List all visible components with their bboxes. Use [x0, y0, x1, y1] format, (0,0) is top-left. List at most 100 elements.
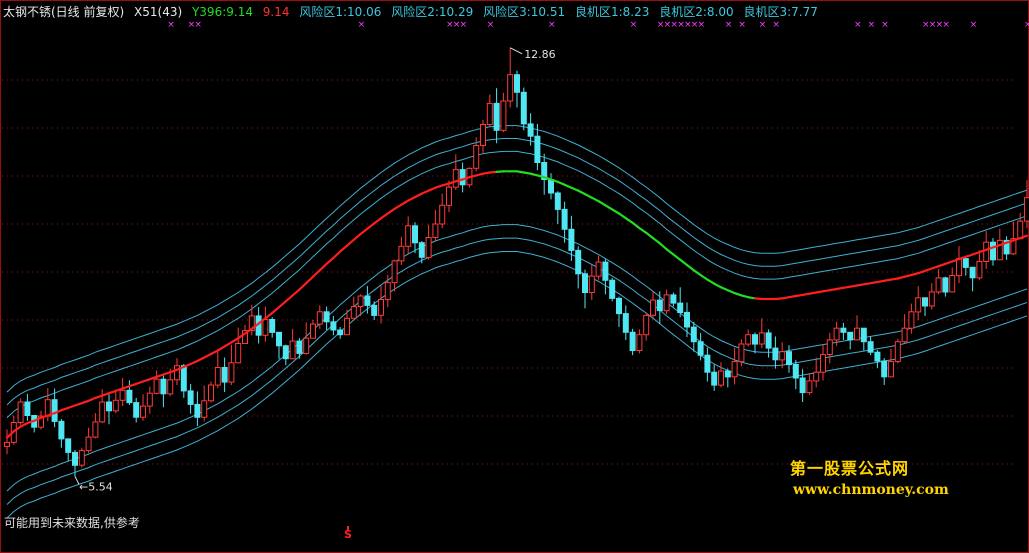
- candle-body: [922, 297, 928, 307]
- ma-line-segment: [713, 282, 723, 289]
- candle-body: [942, 277, 949, 293]
- candle-body: [24, 401, 31, 416]
- candle-body: [888, 361, 894, 378]
- ma-line-segment: [563, 183, 573, 189]
- ma-line-segment: [611, 208, 621, 215]
- ma-line-segment: [665, 248, 675, 256]
- ma-line-segment: [196, 356, 206, 363]
- candle-body: [446, 186, 452, 206]
- candle-body: [554, 192, 561, 210]
- candle-body: [44, 399, 51, 417]
- candle-body: [724, 370, 731, 378]
- ma-line-segment: [590, 196, 600, 203]
- candle-body: [786, 351, 792, 366]
- candle-body: [670, 294, 677, 304]
- candle-body: [51, 399, 58, 422]
- candle-body: [656, 299, 663, 312]
- top-marker: ×: [698, 20, 706, 30]
- candle-body: [575, 249, 582, 275]
- candle-body: [609, 279, 616, 299]
- candle-body: [833, 327, 840, 341]
- candle-body: [840, 327, 847, 333]
- ma-line-segment: [291, 288, 301, 297]
- candle-body: [439, 204, 446, 225]
- candle-body: [507, 74, 514, 102]
- candle-body: [269, 319, 276, 333]
- ma-line-segment: [332, 250, 342, 260]
- candle-body: [153, 378, 160, 394]
- candle-body: [718, 370, 724, 386]
- candle-body: [881, 360, 888, 378]
- chart-header: 太钢不锈(日线 前复权) X51(43) Y396:9.14 9.14 风险区1…: [3, 4, 824, 20]
- candle-body: [826, 339, 833, 355]
- top-marker: ×: [868, 20, 876, 30]
- ma-line-segment: [359, 227, 369, 236]
- candle-body: [548, 179, 554, 194]
- ma-line-segment: [685, 263, 695, 272]
- candle-body: [915, 297, 922, 313]
- candle-body: [316, 311, 323, 325]
- ma-line-segment: [366, 222, 376, 230]
- footer-note: 可能用到未来数据,供参考: [4, 516, 140, 530]
- candle-body: [514, 74, 520, 93]
- ma-line-segment: [264, 311, 274, 320]
- candle-body: [813, 371, 820, 382]
- ma-line-segment: [352, 232, 362, 241]
- ma-line-segment: [209, 349, 219, 356]
- candle-body: [65, 438, 72, 453]
- ma-line-segment: [345, 238, 355, 247]
- candle-body: [949, 275, 956, 293]
- candle-body: [180, 365, 187, 392]
- candle-body: [303, 337, 310, 354]
- candle-body: [425, 237, 432, 258]
- candle-body: [391, 260, 398, 284]
- candle-body: [17, 401, 24, 423]
- y-value: Y396:9.14: [191, 5, 253, 19]
- candle-body: [262, 319, 269, 336]
- top-marker: ×: [759, 20, 767, 30]
- candle-body: [187, 390, 194, 405]
- ma-line-segment: [617, 212, 627, 220]
- ma-line-segment: [271, 306, 281, 315]
- candle-body: [486, 102, 493, 126]
- ma-line-segment: [604, 204, 614, 211]
- candle-body: [282, 345, 289, 360]
- candle-body: [792, 364, 799, 379]
- candle-body: [146, 392, 153, 407]
- candle-body: [480, 124, 486, 147]
- candle-body: [908, 311, 915, 329]
- candle-body: [520, 91, 527, 125]
- candle-body: [738, 343, 745, 363]
- candle-body: [78, 450, 85, 466]
- top-marker: ×: [630, 20, 638, 30]
- candle-body: [568, 228, 575, 251]
- ma-line-segment: [692, 269, 702, 277]
- watermark-url: www.chnmoney.com: [793, 482, 949, 498]
- risk-zone-2: 风险区2:10.29: [391, 5, 474, 19]
- top-marker: ×: [970, 20, 978, 30]
- ma-line-segment: [570, 186, 580, 192]
- candle-body: [969, 266, 976, 279]
- ma-line-segment: [277, 300, 287, 309]
- candle-body: [636, 334, 643, 352]
- candle-body: [194, 403, 201, 418]
- ma-line-segment: [706, 278, 716, 285]
- ma-line-segment: [19, 422, 29, 428]
- candle-body: [983, 241, 990, 262]
- candle-body: [221, 367, 228, 383]
- candle-body: [133, 402, 140, 418]
- candle-body: [874, 351, 881, 362]
- ma-line-segment: [223, 341, 233, 348]
- candle-body: [806, 380, 813, 394]
- top-marker: ×: [194, 20, 202, 30]
- ma-line-segment: [427, 186, 437, 192]
- candle-body: [500, 100, 507, 131]
- candle-body: [119, 389, 126, 401]
- watermark-title: 第一股票公式网: [790, 459, 910, 478]
- stock-title: 太钢不锈(日线 前复权): [3, 5, 125, 19]
- candle-body: [772, 347, 779, 361]
- candle-body: [371, 304, 378, 316]
- candle-body: [847, 331, 854, 341]
- high-pointer: [509, 47, 523, 55]
- ma-line-segment: [679, 258, 689, 267]
